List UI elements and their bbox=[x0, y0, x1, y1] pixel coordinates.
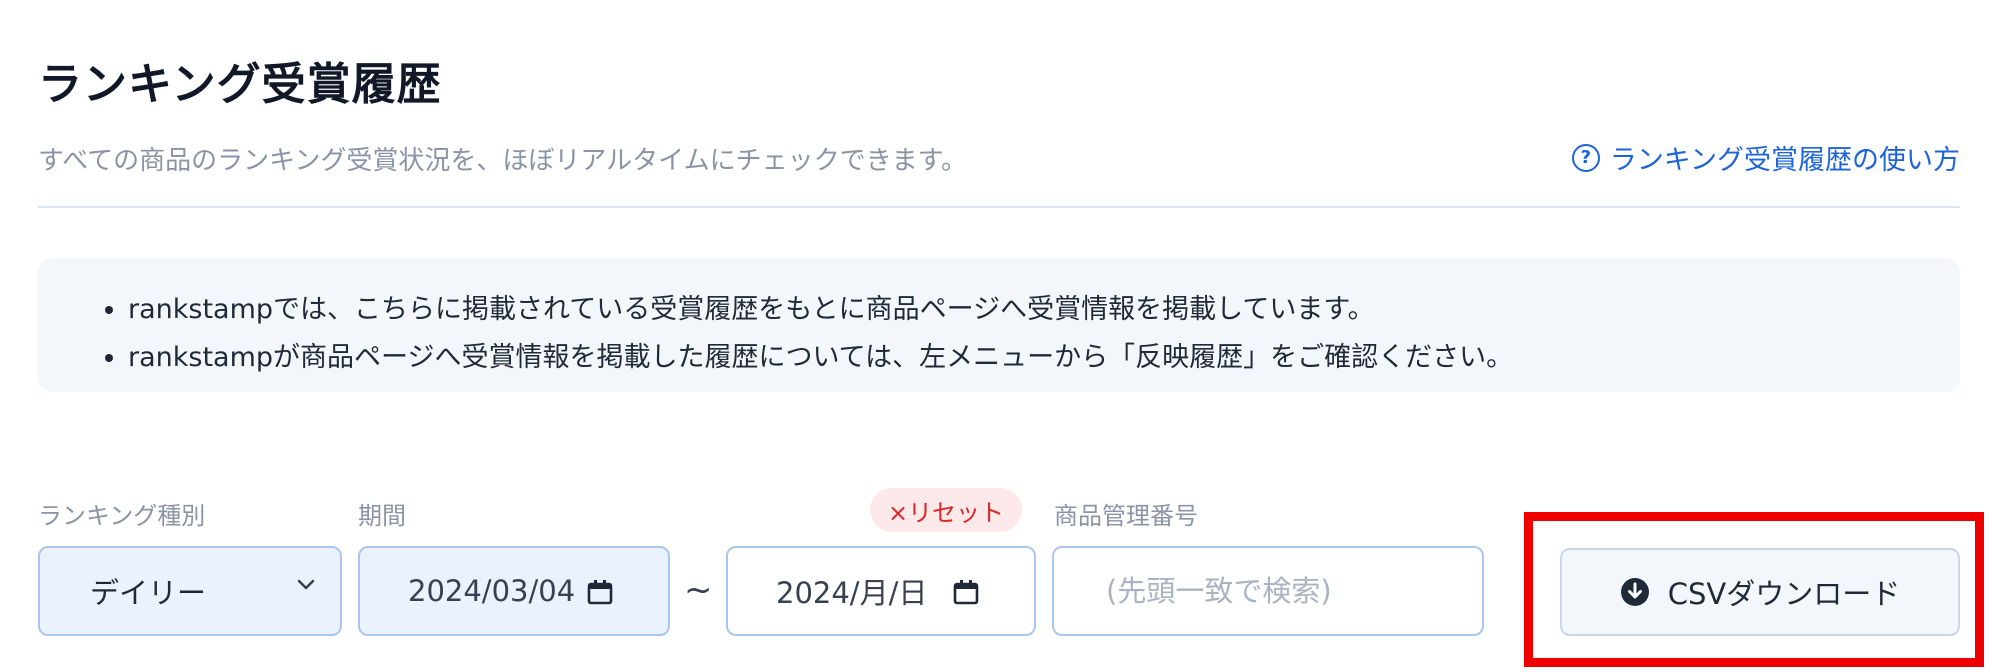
question-circle-icon: ? bbox=[1571, 143, 1600, 172]
help-link[interactable]: ? ランキング受賞履歴の使い方 bbox=[1571, 138, 1960, 177]
period-label: 期間 bbox=[358, 502, 406, 530]
ranking-type-value: デイリー bbox=[90, 576, 207, 610]
date-to-input[interactable]: 2024/月/日 bbox=[726, 546, 1036, 636]
help-link-label: ランキング受賞履歴の使い方 bbox=[1609, 145, 1960, 176]
header-divider bbox=[38, 206, 1960, 208]
info-item: rankstampが商品ページへ受賞情報を掲載した履歴については、左メニューから… bbox=[128, 334, 1960, 382]
ranking-type-label: ランキング種別 bbox=[38, 502, 206, 530]
info-box: rankstampでは、こちらに掲載されている受賞履歴をもとに商品ページへ受賞情… bbox=[38, 258, 1960, 392]
info-item: rankstampでは、こちらに掲載されている受賞履歴をもとに商品ページへ受賞情… bbox=[128, 286, 1960, 334]
csv-download-label: CSVダウンロード bbox=[1667, 577, 1901, 611]
reset-button[interactable]: ×リセット bbox=[870, 488, 1022, 532]
download-circle-icon bbox=[1620, 578, 1649, 606]
calendar-icon[interactable] bbox=[952, 578, 980, 606]
ranking-type-select[interactable]: デイリー bbox=[38, 546, 342, 636]
product-code-field[interactable] bbox=[1052, 546, 1484, 636]
date-from-value: 2024/03/04 bbox=[408, 574, 576, 608]
calendar-icon[interactable] bbox=[586, 578, 614, 606]
page-title: ランキング受賞履歴 bbox=[38, 59, 442, 110]
page-subtitle: すべての商品のランキング受賞状況を、ほぼリアルタイムにチェックできます。 bbox=[38, 146, 967, 176]
product-code-input[interactable] bbox=[1104, 573, 1482, 609]
period-separator: ~ bbox=[684, 570, 713, 610]
chevron-down-icon bbox=[297, 579, 315, 590]
date-to-value: 2024/月/日 bbox=[776, 576, 928, 610]
product-code-label: 商品管理番号 bbox=[1054, 502, 1198, 530]
csv-download-button[interactable]: CSVダウンロード bbox=[1560, 548, 1960, 636]
info-list: rankstampでは、こちらに掲載されている受賞履歴をもとに商品ページへ受賞情… bbox=[88, 286, 1960, 382]
date-from-input[interactable]: 2024/03/04 bbox=[358, 546, 670, 636]
